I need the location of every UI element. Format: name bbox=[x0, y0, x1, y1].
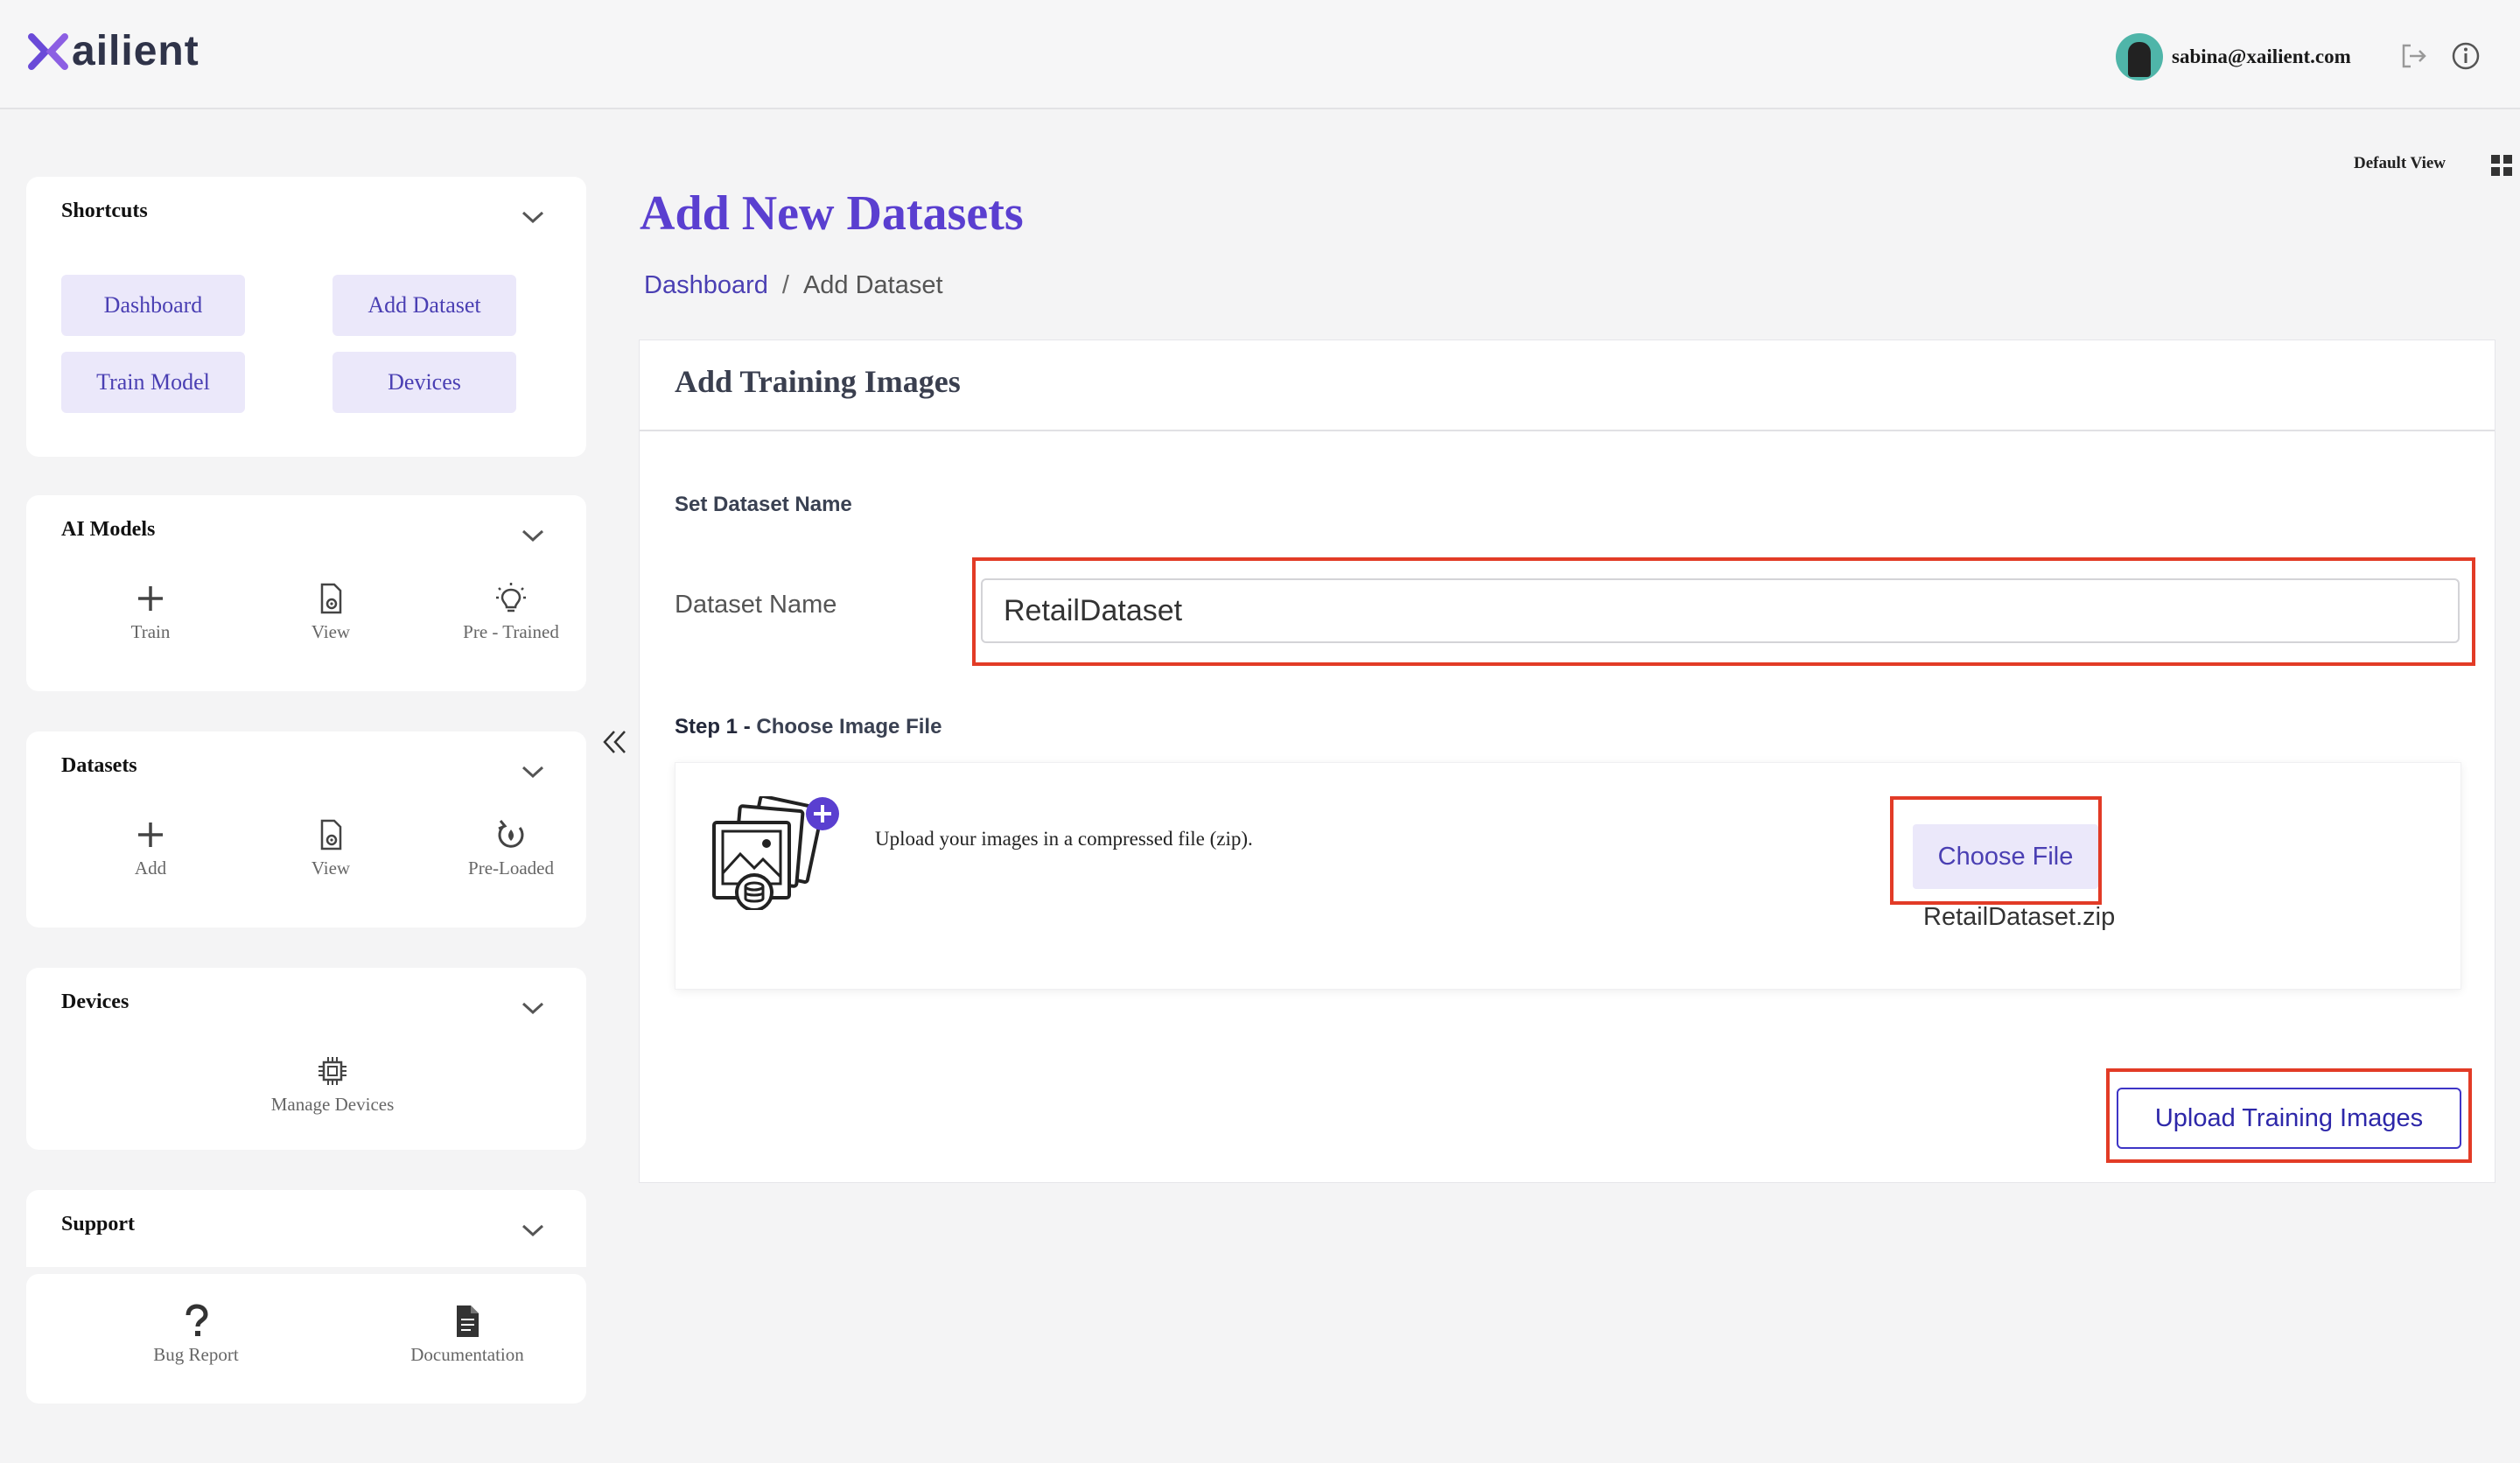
set-dataset-name-label: Set Dataset Name bbox=[675, 493, 852, 516]
shortcut-train-model-button[interactable]: Train Model bbox=[61, 352, 245, 413]
ai-models-title: AI Models bbox=[61, 518, 156, 541]
grid-view-icon[interactable] bbox=[2490, 154, 2513, 177]
shortcuts-title: Shortcuts bbox=[61, 200, 148, 222]
step-text: Choose Image File bbox=[756, 715, 942, 738]
question-icon bbox=[186, 1304, 208, 1336]
default-view-toggle[interactable]: Default View bbox=[2354, 154, 2446, 173]
document-icon bbox=[457, 1306, 479, 1337]
ai-models-pretrained-tile[interactable]: Pre - Trained bbox=[432, 581, 590, 643]
shortcut-add-dataset-button[interactable]: Add Dataset bbox=[332, 275, 516, 336]
upload-instructions: Upload your images in a compressed file … bbox=[875, 828, 1253, 850]
shortcuts-card: Shortcuts Dashboard Add Dataset Train Mo… bbox=[26, 177, 586, 457]
breadcrumb-separator: / bbox=[781, 271, 789, 299]
upload-training-images-button[interactable]: Upload Training Images bbox=[2117, 1088, 2461, 1149]
avatar[interactable] bbox=[2116, 33, 2163, 80]
tile-label: Documentation bbox=[410, 1344, 524, 1365]
tile-label: Train bbox=[130, 621, 171, 642]
tile-label: Pre-Loaded bbox=[468, 858, 554, 878]
plus-icon bbox=[138, 822, 163, 847]
breadcrumb-dashboard-link[interactable]: Dashboard bbox=[644, 271, 768, 300]
datasets-title: Datasets bbox=[61, 754, 137, 777]
logo-text: ailient bbox=[72, 28, 200, 74]
choose-file-button[interactable]: Choose File bbox=[1913, 824, 2098, 889]
selected-file-name: RetailDataset.zip bbox=[1923, 903, 2116, 931]
logo-x-icon bbox=[28, 33, 68, 70]
support-card-body: Bug Report Documentation bbox=[26, 1274, 586, 1404]
step-1-label: Step 1 - Choose Image File bbox=[675, 715, 942, 739]
panel-header: Add Training Images bbox=[640, 340, 2495, 431]
chevron-down-icon[interactable] bbox=[522, 765, 544, 779]
xailient-logo[interactable]: ailient bbox=[26, 30, 200, 74]
file-view-icon bbox=[320, 583, 342, 614]
logout-icon[interactable] bbox=[2398, 40, 2429, 72]
image-upload-icon bbox=[712, 796, 839, 910]
shortcut-devices-button[interactable]: Devices bbox=[332, 352, 516, 413]
page-title: Add New Datasets bbox=[640, 186, 1024, 241]
tile-label: Bug Report bbox=[153, 1344, 239, 1365]
support-title: Support bbox=[61, 1213, 136, 1236]
devices-card: Devices Manage Devices bbox=[26, 968, 586, 1150]
user-menu[interactable]: sabina@xailient.com bbox=[2116, 33, 2351, 80]
breadcrumb-current: Add Dataset bbox=[802, 271, 943, 299]
shortcut-dashboard-button[interactable]: Dashboard bbox=[61, 275, 245, 336]
file-view-icon bbox=[320, 819, 342, 850]
datasets-card: Datasets Add View Pre-Loaded bbox=[26, 732, 586, 928]
datasets-add-tile[interactable]: Add bbox=[72, 817, 229, 879]
user-email: sabina@xailient.com bbox=[2172, 46, 2351, 67]
refresh-icon bbox=[498, 820, 524, 848]
tile-label: View bbox=[311, 858, 351, 878]
dataset-name-input[interactable] bbox=[981, 578, 2460, 643]
add-training-images-panel: Add Training Images Set Dataset Name Dat… bbox=[639, 340, 2496, 1183]
chevron-down-icon[interactable] bbox=[522, 1223, 544, 1237]
tile-label: Add bbox=[134, 858, 167, 878]
datasets-view-tile[interactable]: View bbox=[252, 817, 410, 879]
devices-title: Devices bbox=[61, 990, 130, 1013]
manage-devices-tile[interactable]: Manage Devices bbox=[228, 1054, 438, 1116]
tile-label: View bbox=[311, 621, 351, 642]
ai-models-train-tile[interactable]: Train bbox=[72, 581, 229, 643]
datasets-preloaded-tile[interactable]: Pre-Loaded bbox=[432, 817, 590, 879]
upload-dropzone: Upload your images in a compressed file … bbox=[675, 762, 2461, 990]
tile-label: Pre - Trained bbox=[463, 621, 559, 642]
top-header: ailient sabina@xailient.com bbox=[0, 0, 2520, 109]
dataset-name-label: Dataset Name bbox=[675, 591, 837, 619]
panel-title: Add Training Images bbox=[675, 364, 961, 399]
chevron-down-icon[interactable] bbox=[522, 1001, 544, 1015]
ai-models-view-tile[interactable]: View bbox=[252, 581, 410, 643]
chevron-down-icon[interactable] bbox=[522, 210, 544, 224]
lightbulb-icon bbox=[496, 583, 526, 612]
plus-icon bbox=[138, 586, 163, 611]
breadcrumb: Dashboard / Add Dataset bbox=[644, 271, 943, 300]
info-icon[interactable] bbox=[2450, 40, 2482, 72]
support-card-header: Support bbox=[26, 1190, 586, 1267]
documentation-tile[interactable]: Documentation bbox=[388, 1304, 546, 1366]
tile-label: Manage Devices bbox=[270, 1094, 395, 1115]
bug-report-tile[interactable]: Bug Report bbox=[117, 1304, 275, 1366]
chevron-down-icon[interactable] bbox=[522, 528, 544, 542]
chip-icon bbox=[318, 1057, 346, 1085]
ai-models-card: AI Models Train View Pre - Trained bbox=[26, 495, 586, 691]
collapse-sidebar-icon[interactable] bbox=[598, 726, 632, 758]
step-prefix: Step 1 - bbox=[675, 715, 757, 738]
